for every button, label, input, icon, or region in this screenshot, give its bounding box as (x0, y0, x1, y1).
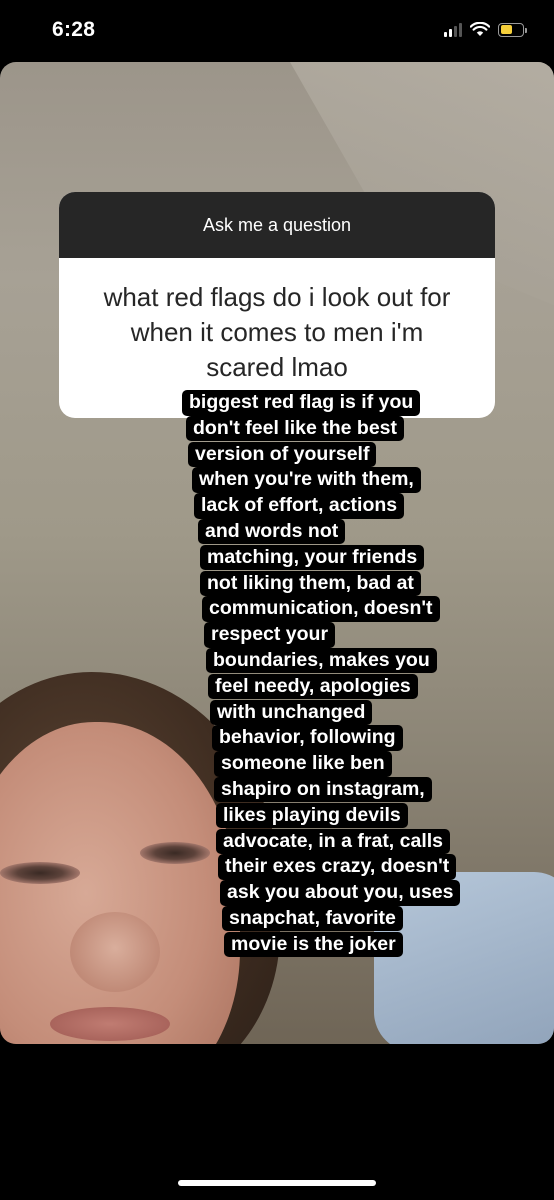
answer-line: boundaries, makes you (206, 647, 437, 674)
answer-line: biggest red flag is if you (182, 390, 421, 416)
question-sticker-header: Ask me a question (59, 192, 495, 258)
answer-line: and words not (198, 518, 346, 545)
status-time: 6:28 (52, 18, 96, 41)
answer-line: someone like ben (214, 751, 392, 777)
answer-line: feel needy, apologies (208, 673, 418, 700)
answer-line: movie is the joker (224, 931, 403, 958)
answer-line: with unchanged (210, 699, 373, 726)
home-indicator[interactable] (178, 1180, 376, 1186)
answer-line: respect your (204, 622, 336, 648)
status-bar: 6:28 (0, 0, 554, 62)
answer-line: behavior, following (212, 725, 403, 751)
answer-line: shapiro on instagram, (214, 776, 432, 803)
left-eye (0, 862, 80, 884)
answer-line: advocate, in a frat, calls (216, 828, 451, 855)
status-icons (444, 22, 527, 37)
answer-line: matching, your friends (200, 544, 425, 571)
nose (70, 912, 160, 992)
answer-line: ask you about you, uses (220, 880, 461, 906)
answer-line: likes playing devils (216, 802, 408, 829)
cellular-signal-icon (444, 22, 462, 37)
question-line: what red flags do i look out for (103, 282, 451, 312)
question-line: when it comes to men i'm (130, 317, 424, 347)
battery-icon (498, 22, 527, 37)
question-sticker[interactable]: Ask me a question what red flags do i lo… (59, 192, 495, 418)
answer-text-block: biggest red flag is if you don't feel li… (182, 390, 482, 958)
answer-line: don't feel like the best (186, 415, 405, 442)
answer-line: when you're with them, (192, 467, 421, 493)
answer-line: communication, doesn't (202, 596, 440, 622)
answer-line: their exes crazy, doesn't (218, 854, 457, 880)
question-line: scared lmao (206, 352, 348, 382)
lips (50, 1007, 170, 1041)
answer-line: version of yourself (188, 441, 377, 468)
question-text: what red flags do i look out for when it… (59, 258, 495, 385)
wifi-icon (470, 22, 490, 36)
answer-line: not liking them, bad at (200, 570, 421, 597)
answer-line: snapchat, favorite (222, 905, 403, 932)
answer-line: lack of effort, actions (194, 493, 405, 519)
